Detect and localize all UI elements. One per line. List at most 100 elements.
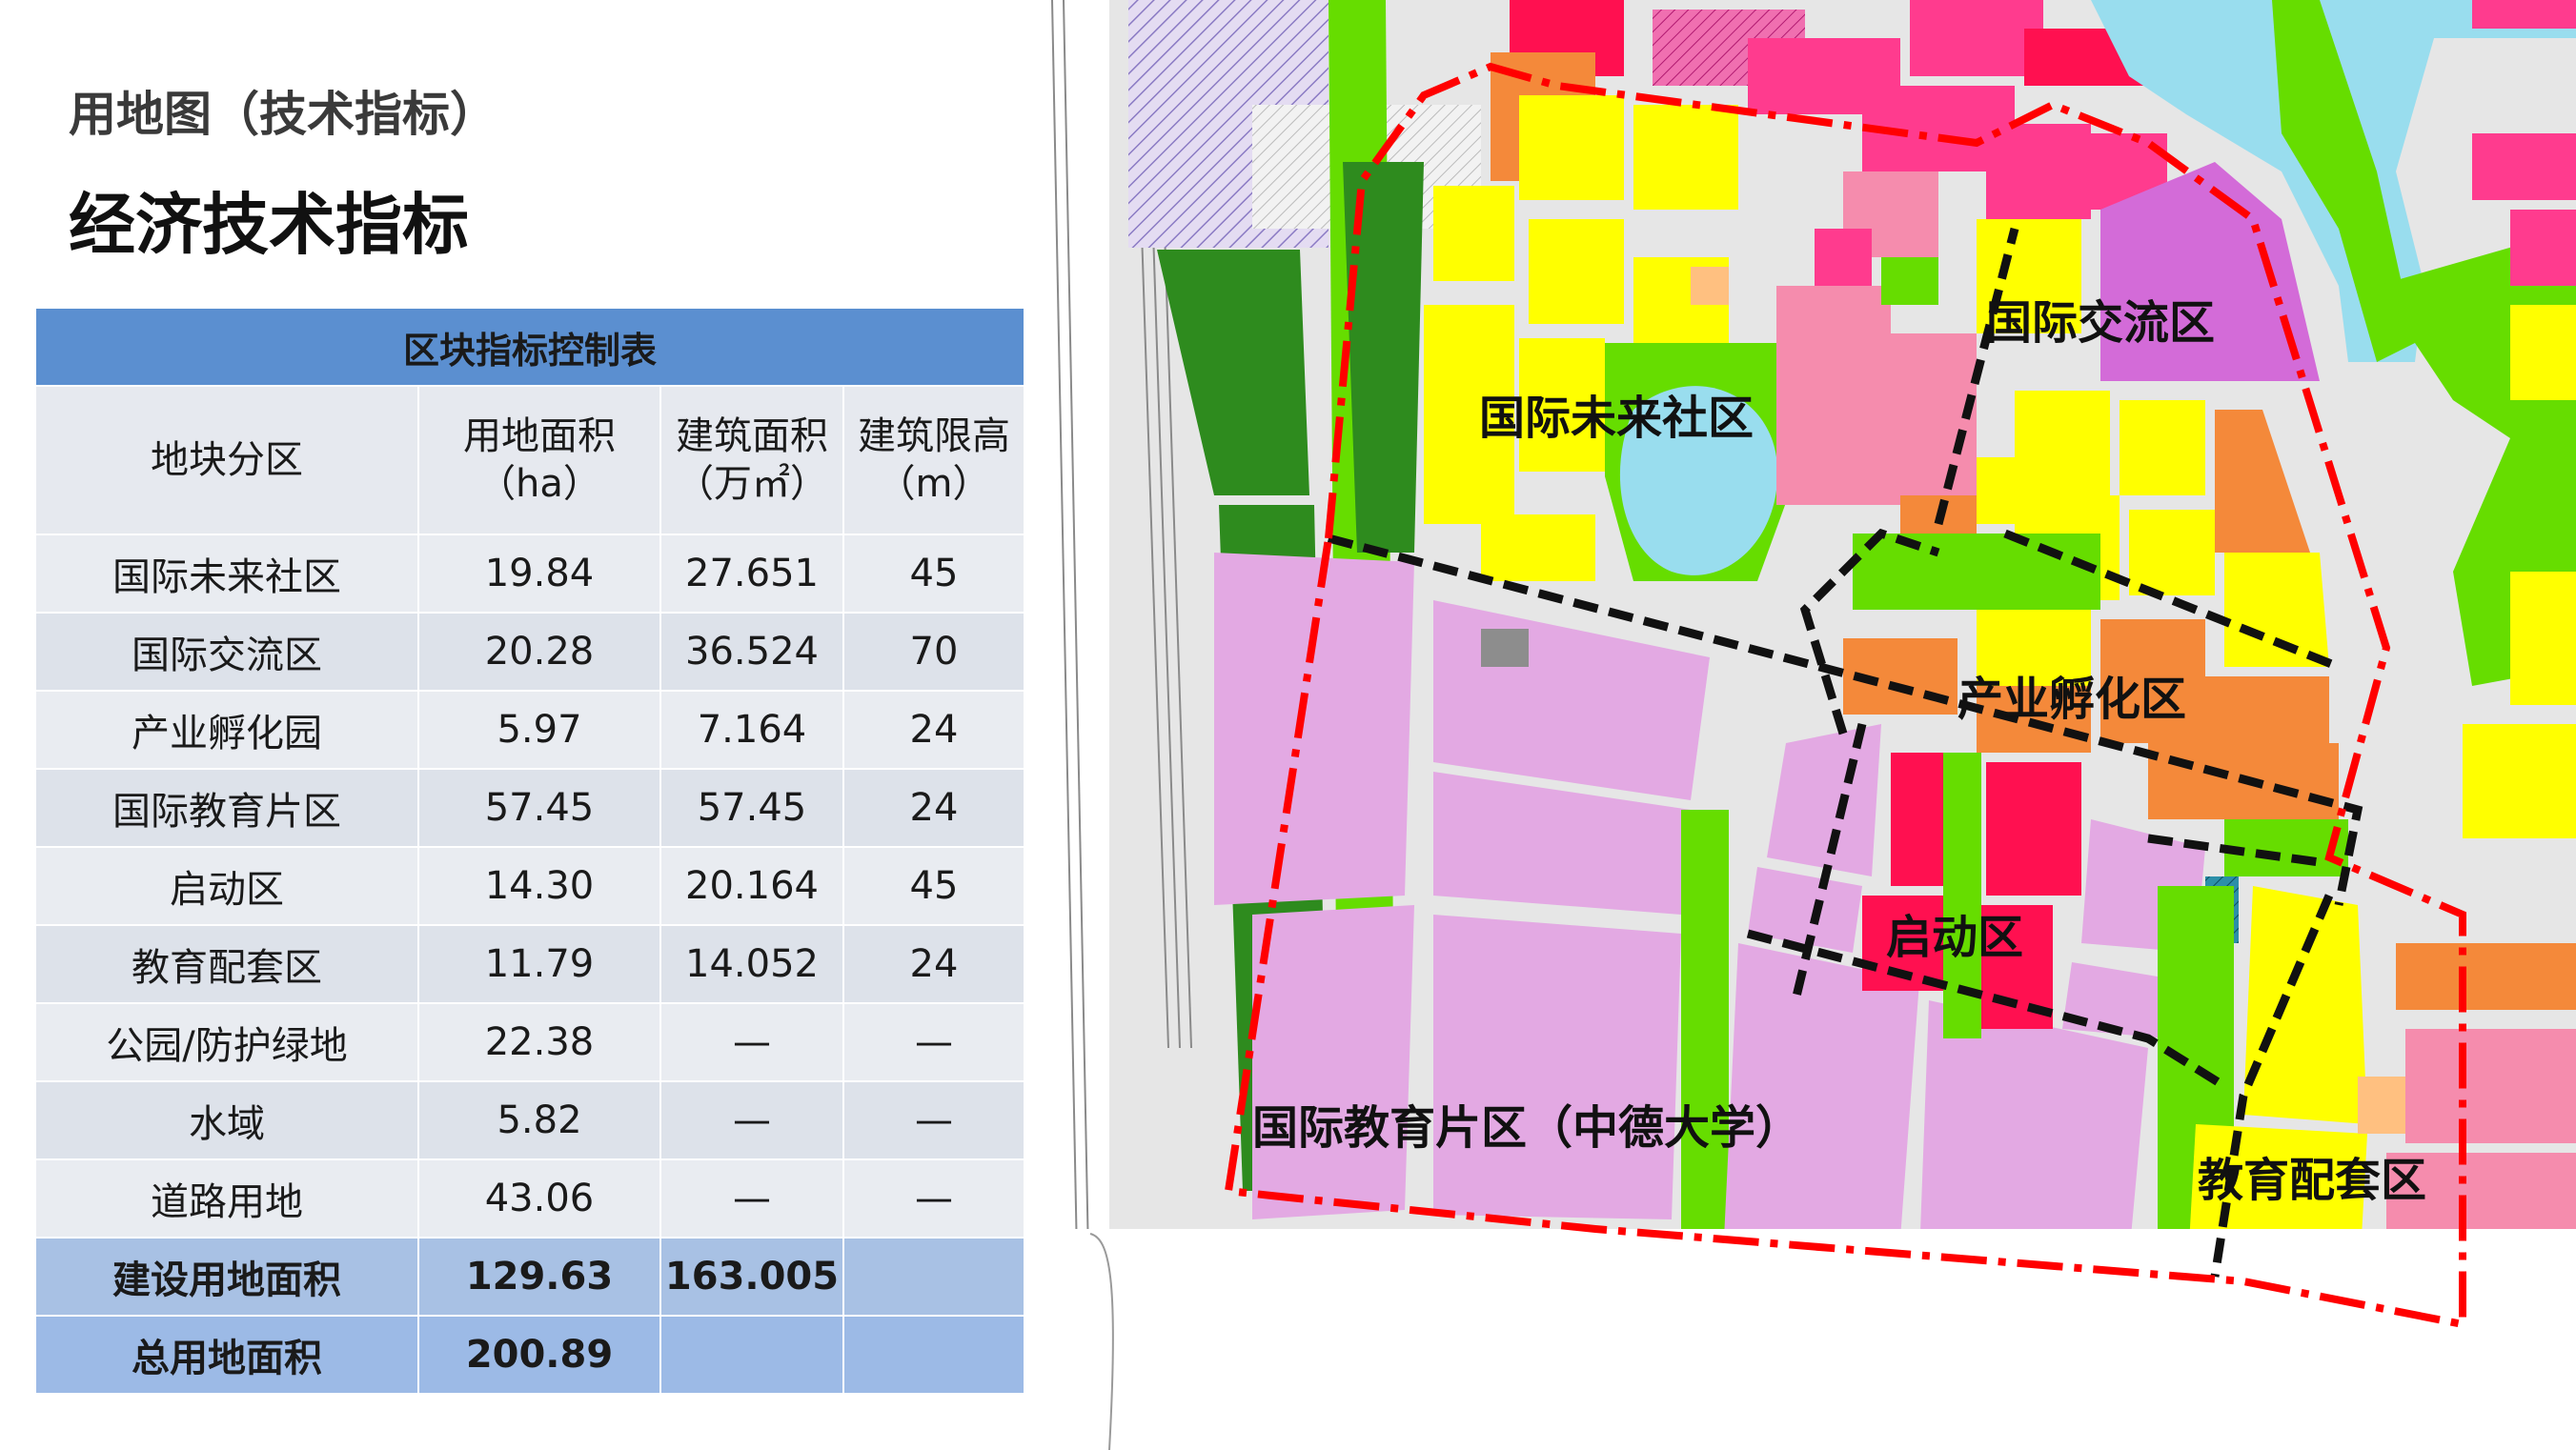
land-area: 57.45: [417, 768, 661, 848]
page-title: 经济技术指标: [69, 186, 469, 264]
zone-name: 水域: [34, 1080, 419, 1160]
table-caption: 区块指标控制表: [33, 307, 1026, 387]
height-limit: —: [842, 1002, 1026, 1082]
height-limit: 45: [842, 846, 1026, 926]
land-block: [2358, 1077, 2405, 1134]
land-use-map: 国际未来社区 国际交流区 产业孵化区 启动区 国际教育片区（中德大学） 教育配套…: [1024, 0, 2576, 1450]
zone-name: 教育配套区: [34, 924, 419, 1004]
height-limit: —: [842, 1080, 1026, 1160]
land-block: [2396, 943, 2576, 1010]
land-block: [1691, 267, 1729, 305]
building-area: 57.45: [659, 768, 844, 848]
summary-row: 总用地面积 200.89: [34, 1315, 1026, 1395]
column-header: 建筑限高 （m）: [842, 385, 1026, 535]
table-row: 教育配套区 11.79 14.052 24: [34, 924, 1026, 1004]
land-block: [2100, 619, 2205, 676]
label-startup: 启动区: [1886, 911, 2023, 964]
label-exchange: 国际交流区: [1986, 296, 2215, 350]
land-block: [2463, 724, 2576, 838]
land-block: [1986, 124, 2091, 219]
indicator-table: 区块指标控制表 地块分区 用地面积 （ha） 建筑面积 （万㎡） 建筑限高 （m） 国…: [33, 307, 1026, 1395]
column-header: 地块分区: [34, 385, 419, 535]
table-row: 国际教育片区 57.45 57.45 24: [34, 768, 1026, 848]
height-limit: 24: [842, 924, 1026, 1004]
land-area: 5.97: [417, 690, 661, 770]
land-area: 19.84: [417, 534, 661, 614]
land-block: [1881, 257, 1938, 305]
zone-name: 公园/防护绿地: [34, 1002, 419, 1082]
land-block: [1519, 95, 1624, 200]
summary-label: 建设用地面积: [34, 1237, 419, 1317]
height-limit: 70: [842, 612, 1026, 692]
grey-block: [1481, 629, 1529, 667]
building-area: —: [659, 1158, 844, 1239]
land-block: [2510, 305, 2576, 400]
land-area: 20.28: [417, 612, 661, 692]
label-edu-support: 教育配套区: [2198, 1154, 2426, 1207]
zone-name: 道路用地: [34, 1158, 419, 1239]
building-area: 7.164: [659, 690, 844, 770]
summary-building-area: 163.005: [659, 1237, 844, 1317]
table-row: 水域 5.82 — —: [34, 1080, 1026, 1160]
zone-name: 国际交流区: [34, 612, 419, 692]
building-area: —: [659, 1002, 844, 1082]
zone-name: 启动区: [34, 846, 419, 926]
land-block: [2510, 210, 2576, 286]
road-south: [1100, 1229, 2576, 1450]
summary-land-area: 129.63: [417, 1237, 661, 1317]
summary-height: [842, 1237, 1026, 1317]
label-education: 国际教育片区（中德大学）: [1252, 1101, 1801, 1155]
zone-name: 产业孵化园: [34, 690, 419, 770]
table-row: 道路用地 43.06 — —: [34, 1158, 1026, 1239]
land-block: [1986, 762, 2081, 896]
table-row: 公园/防护绿地 22.38 — —: [34, 1002, 1026, 1082]
green-strip: [1853, 534, 2100, 610]
green-strip: [1681, 810, 1729, 1229]
building-area: 36.524: [659, 612, 844, 692]
column-header: 建筑面积 （万㎡）: [659, 385, 844, 535]
height-limit: 24: [842, 690, 1026, 770]
land-area: 43.06: [417, 1158, 661, 1239]
column-header: 用地面积 （ha）: [417, 385, 661, 535]
page-subtitle: 用地图（技术指标）: [69, 87, 497, 142]
height-limit: 45: [842, 534, 1026, 614]
land-block: [2224, 553, 2329, 667]
land-block: [2120, 400, 2205, 495]
land-block: [1633, 105, 1738, 210]
summary-building-area: [659, 1315, 844, 1395]
land-block: [1433, 186, 1514, 281]
zone-name: 国际教育片区: [34, 768, 419, 848]
land-block: [1776, 286, 1891, 505]
land-block: [1529, 219, 1624, 324]
label-incubation: 产业孵化区: [1957, 673, 2186, 726]
land-block: [2405, 1029, 2576, 1143]
building-area: —: [659, 1080, 844, 1160]
land-area: 5.82: [417, 1080, 661, 1160]
land-area: 14.30: [417, 846, 661, 926]
building-area: 27.651: [659, 534, 844, 614]
land-area: 22.38: [417, 1002, 661, 1082]
height-limit: —: [842, 1158, 1026, 1239]
land-block: [1910, 0, 2043, 76]
table-row: 启动区 14.30 20.164 45: [34, 846, 1026, 926]
summary-row: 建设用地面积 129.63 163.005: [34, 1237, 1026, 1317]
label-future-community: 国际未来社区: [1479, 392, 1754, 445]
table-header-row: 地块分区 用地面积 （ha） 建筑面积 （万㎡） 建筑限高 （m）: [34, 385, 1026, 535]
land-block: [2129, 510, 2215, 595]
table-row: 国际交流区 20.28 36.524 70: [34, 612, 1026, 692]
table-row: 产业孵化园 5.97 7.164 24: [34, 690, 1026, 770]
land-block: [2472, 0, 2576, 29]
summary-land-area: 200.89: [417, 1315, 661, 1395]
zone-name: 国际未来社区: [34, 534, 419, 614]
land-block-education: [1214, 553, 1414, 905]
land-block: [2510, 572, 2576, 705]
land-block: [1481, 514, 1595, 581]
land-block: [2472, 133, 2576, 200]
land-block-education: [1252, 905, 1414, 1219]
summary-height: [842, 1315, 1026, 1395]
summary-label: 总用地面积: [34, 1315, 419, 1395]
land-block: [1815, 229, 1872, 286]
land-block-education: [1433, 915, 1681, 1219]
height-limit: 24: [842, 768, 1026, 848]
land-block: [2243, 886, 2367, 1124]
